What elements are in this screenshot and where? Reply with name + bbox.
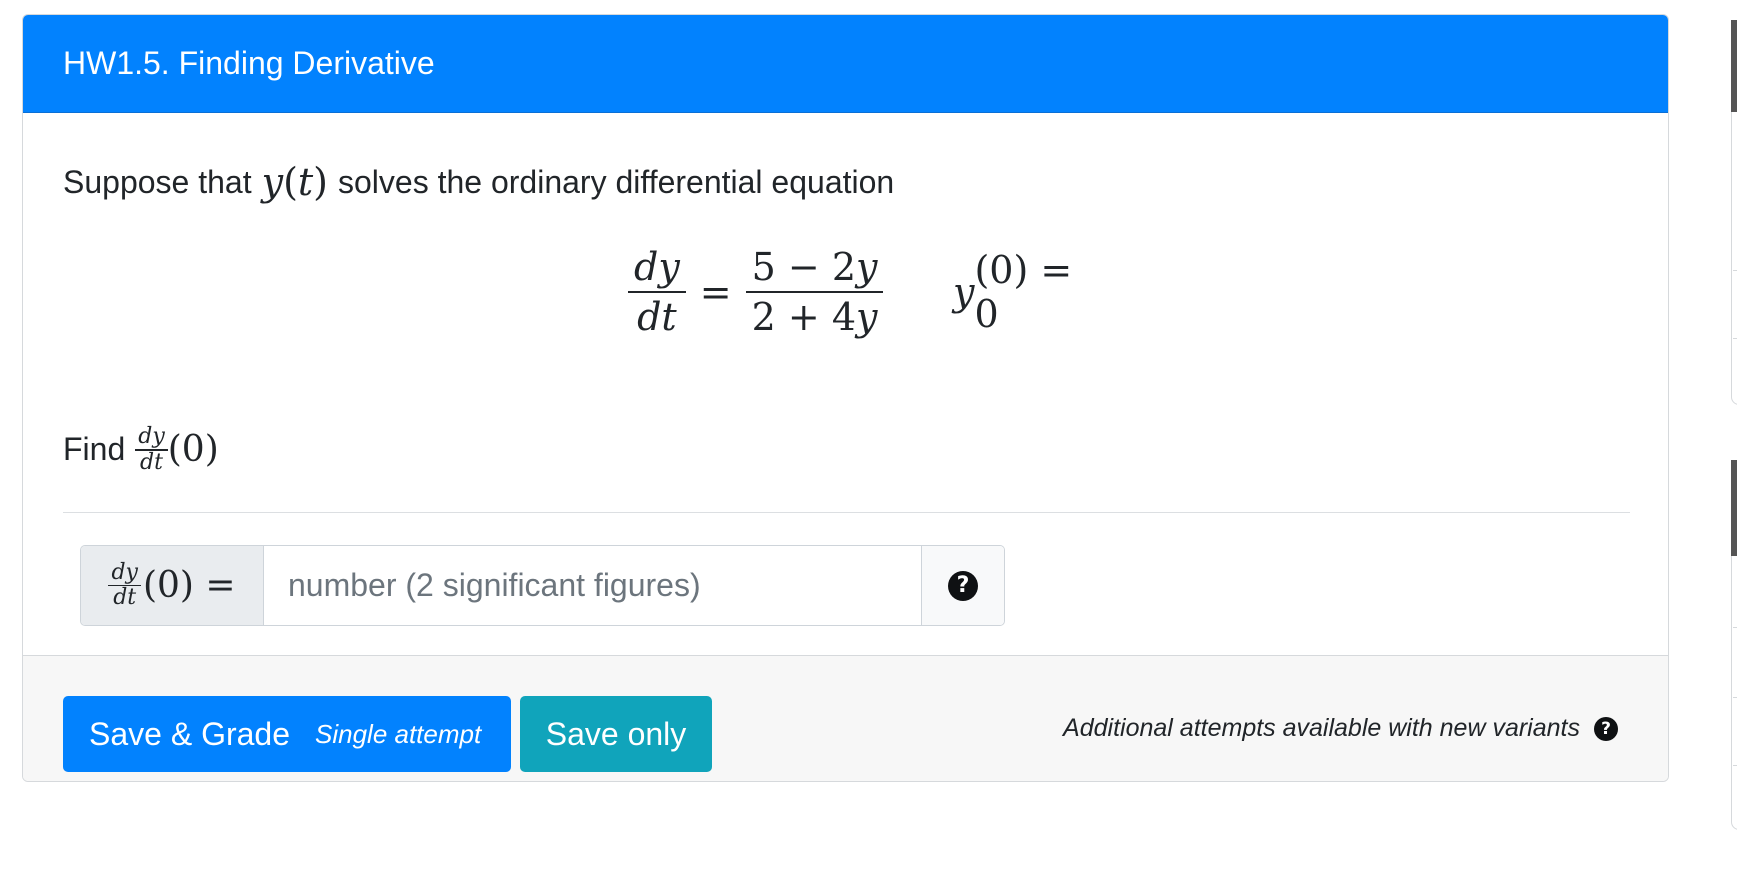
side-panel-header-edge	[1731, 20, 1737, 112]
answer-help-button[interactable]: ?	[921, 546, 1004, 625]
question-title-bar: HW1.5. Finding Derivative	[23, 15, 1668, 113]
card-footer: Save & Grade Single attempt Save only Ad…	[23, 655, 1668, 781]
save-only-label: Save only	[545, 715, 687, 752]
side-panel-divider	[1733, 270, 1737, 271]
side-panel-header-edge	[1731, 460, 1737, 556]
intro-text-after: solves the ordinary differential equatio…	[338, 163, 895, 200]
save-grade-button[interactable]: Save & Grade Single attempt	[63, 696, 511, 772]
answer-prefix-label: dy dt (0) =	[81, 546, 264, 625]
problem-statement: Suppose that y(t) solves the ordinary di…	[63, 160, 894, 204]
side-panel-divider	[1733, 338, 1737, 339]
attempts-note-text: Additional attempts available with new v…	[1063, 714, 1580, 742]
inline-math-y-of-t: y(t)	[261, 160, 328, 204]
section-divider	[63, 512, 1630, 513]
find-label: Find	[63, 431, 126, 468]
find-prompt: Find dy dt (0)	[63, 425, 219, 475]
question-circle-icon[interactable]: ?	[1594, 716, 1618, 741]
answer-input[interactable]	[264, 546, 921, 625]
equals-sign: =	[699, 270, 732, 314]
side-panel-divider	[1733, 627, 1737, 628]
side-panel-divider	[1733, 765, 1737, 766]
answer-input-group: dy dt (0) = ?	[80, 545, 1005, 626]
question-card: HW1.5. Finding Derivative Suppose that y…	[22, 14, 1669, 782]
question-circle-icon[interactable]: ?	[948, 570, 978, 601]
side-panel-divider	[1733, 697, 1737, 698]
rhs-fraction: 5 − 2y 2 + 4y	[745, 243, 884, 341]
question-title: HW1.5. Finding Derivative	[63, 45, 435, 81]
attempts-note: Additional attempts available with new v…	[1063, 714, 1618, 743]
find-math: dy dt (0)	[135, 425, 219, 475]
single-attempt-label: Single attempt	[315, 718, 482, 749]
save-only-button[interactable]: Save only	[520, 696, 712, 772]
intro-text-before: Suppose that	[63, 163, 252, 200]
ode-equation: dy dt = 5 − 2y 2 + 4y y (0) = 0	[628, 237, 1098, 347]
initial-condition: y (0) = 0	[953, 248, 1073, 336]
save-grade-label: Save & Grade	[89, 715, 290, 752]
lhs-fraction: dy dt	[628, 243, 686, 341]
